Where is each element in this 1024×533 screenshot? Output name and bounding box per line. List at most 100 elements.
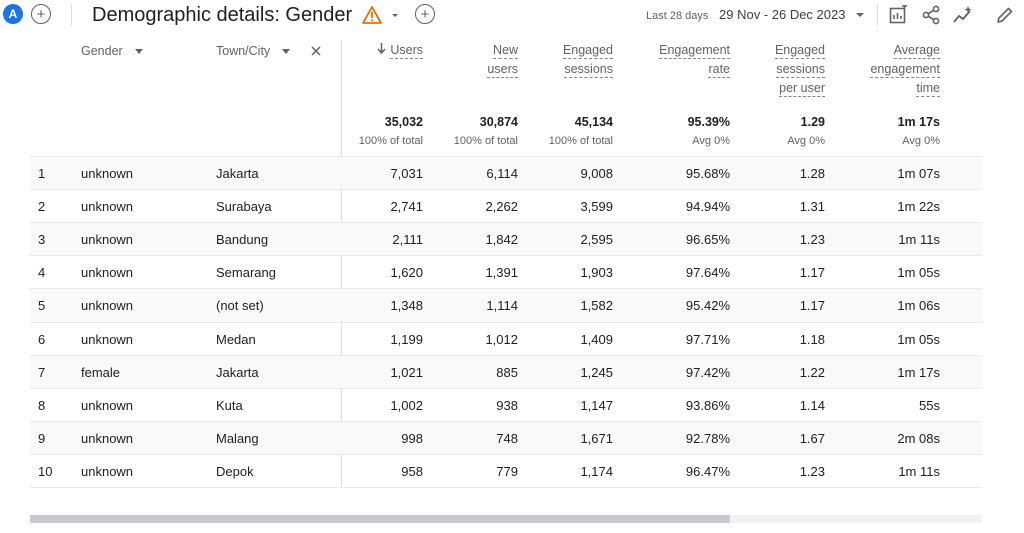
cell-users: 1,620: [390, 265, 423, 280]
cell-engaged-sessions-per-user: 1.17: [799, 265, 825, 280]
cell-new-users: 6,114: [486, 166, 518, 181]
pencil-icon[interactable]: [995, 5, 1015, 25]
cell-town-city: Bandung: [216, 232, 269, 247]
cell-users: 958: [401, 464, 423, 479]
chevron-down-icon: [282, 49, 291, 55]
table-row[interactable]: 3 unknown Bandung 2,111 1,842 2,595 96.65% 1.23…: [30, 222, 982, 255]
metric-header-engaged-sessions-per-user[interactable]: Engaged sessions per user: [745, 42, 825, 97]
table-row[interactable]: 8 unknown Kuta 1,002 938 1,147 93.86% 1.14 55s: [30, 388, 982, 421]
table-header: Gender Town/City Users New users Engaged…: [30, 40, 982, 156]
metric-header-label: New: [492, 43, 518, 59]
cell-engaged-sessions-per-user: 1.23: [799, 232, 825, 247]
metric-header-average-engagement-time[interactable]: Average engagement time: [840, 42, 940, 97]
cell-gender: female: [81, 365, 121, 380]
cell-town-city: Semarang: [216, 265, 276, 280]
cell-average-engagement-time: 1m 11s: [898, 232, 940, 247]
total-engaged-sessions: 45,134: [574, 115, 613, 129]
cell-town-city: Depok: [216, 464, 254, 479]
metric-header-engaged-sessions[interactable]: Engaged sessions: [533, 42, 613, 78]
table-row[interactable]: 4 unknown Semarang 1,620 1,391 1,903 97.64% 1.1…: [30, 255, 982, 288]
metric-header-label: sessions: [776, 62, 825, 78]
add-comparison-button[interactable]: +: [31, 4, 51, 24]
date-dropdown-chevron-icon[interactable]: [855, 11, 865, 19]
cell-engagement-rate: 97.71%: [685, 332, 730, 347]
row-index: 2: [38, 199, 46, 214]
cell-new-users: 779: [496, 464, 518, 479]
total-users: 35,032: [384, 115, 423, 129]
table-row[interactable]: 1 unknown Jakarta 7,031 6,114 9,008 95.68% 1.28…: [30, 156, 982, 189]
cell-gender: unknown: [81, 232, 134, 247]
row-index: 3: [38, 232, 46, 247]
row-index: 9: [38, 431, 46, 446]
metric-header-new-users[interactable]: New users: [438, 42, 518, 78]
cell-engagement-rate: 96.65%: [685, 232, 730, 247]
cell-engaged-sessions-per-user: 1.31: [799, 199, 825, 214]
row-index: 4: [38, 265, 46, 280]
cell-town-city: Jakarta: [216, 166, 259, 181]
metric-header-users[interactable]: Users: [343, 42, 423, 59]
title-dropdown-chevron-icon[interactable]: [388, 8, 402, 22]
total-engaged-sessions-sub: 100% of total: [548, 135, 613, 147]
cell-users: 7,031: [390, 166, 423, 181]
total-new-users-sub: 100% of total: [453, 135, 518, 147]
table-bottom-border: [30, 487, 982, 488]
chevron-down-icon: [134, 49, 143, 55]
insights-sparkle-icon[interactable]: [953, 5, 973, 25]
warning-triangle-icon[interactable]: [362, 6, 382, 24]
dimension-header-gender[interactable]: Gender: [81, 44, 143, 58]
cell-new-users: 748: [496, 431, 518, 446]
share-icon[interactable]: [921, 5, 941, 25]
cell-engaged-sessions: 2,595: [580, 232, 613, 247]
cell-town-city: Jakarta: [216, 365, 259, 380]
row-index: 5: [38, 298, 46, 313]
total-average-engagement-time: 1m 17s: [897, 115, 940, 129]
total-users-sub: 100% of total: [358, 135, 423, 147]
dimension-header-label: Gender: [81, 44, 123, 58]
plus-icon: +: [36, 5, 46, 23]
header-divider: [71, 4, 72, 26]
table-row[interactable]: 7 female Jakarta 1,021 885 1,245 97.42% 1.22 1m …: [30, 355, 982, 388]
cell-gender: unknown: [81, 332, 134, 347]
cell-users: 1,021: [390, 365, 423, 380]
metric-header-engagement-rate[interactable]: Engagement rate: [630, 42, 730, 78]
report-header: A + Demographic details: Gender + Last 2…: [0, 0, 1024, 32]
date-range-picker[interactable]: 29 Nov - 26 Dec 2023: [719, 7, 845, 22]
table-row[interactable]: 2 unknown Surabaya 2,741 2,262 3,599 94.94% 1.3…: [30, 189, 982, 222]
cell-gender: unknown: [81, 166, 134, 181]
cell-new-users: 2,262: [485, 199, 518, 214]
row-index: 10: [38, 464, 53, 479]
cell-engaged-sessions: 1,582: [580, 298, 613, 313]
cell-engagement-rate: 97.64%: [685, 265, 730, 280]
metric-header-label: users: [487, 62, 518, 78]
customize-report-icon[interactable]: [888, 5, 908, 25]
total-engagement-rate-sub: Avg 0%: [692, 135, 730, 147]
table-row[interactable]: 6 unknown Medan 1,199 1,012 1,409 97.71% 1.18 1m…: [30, 322, 982, 355]
cell-engagement-rate: 97.42%: [685, 365, 730, 380]
cell-engaged-sessions: 1,147: [580, 398, 613, 413]
date-preset-label[interactable]: Last 28 days: [646, 10, 708, 22]
cell-new-users: 1,114: [486, 298, 518, 313]
cell-new-users: 938: [496, 398, 518, 413]
account-avatar[interactable]: A: [3, 4, 23, 24]
total-engaged-sessions-per-user-sub: Avg 0%: [787, 135, 825, 147]
cell-average-engagement-time: 1m 05s: [897, 332, 940, 347]
cell-users: 1,348: [390, 298, 423, 313]
cell-gender: unknown: [81, 431, 134, 446]
table-row[interactable]: 10 unknown Depok 958 779 1,174 96.47% 1.23 1m 11…: [30, 454, 982, 487]
plus-icon: +: [420, 5, 430, 23]
toolbar-divider: [877, 4, 878, 26]
dimension-header-town-city[interactable]: Town/City: [216, 44, 291, 58]
cell-engagement-rate: 94.94%: [685, 199, 730, 214]
table-row[interactable]: 5 unknown (not set) 1,348 1,114 1,582 95.42% 1.…: [30, 288, 982, 321]
avatar-letter: A: [8, 7, 18, 21]
remove-dimension-close-icon[interactable]: [311, 46, 321, 56]
cell-gender: unknown: [81, 464, 134, 479]
metric-header-label: Engaged: [774, 43, 825, 59]
cell-new-users: 1,391: [485, 265, 518, 280]
add-filter-button[interactable]: +: [415, 4, 435, 24]
cell-gender: unknown: [81, 298, 134, 313]
cell-engagement-rate: 96.47%: [685, 464, 730, 479]
horizontal-scrollbar-thumb[interactable]: [30, 515, 730, 523]
row-index: 8: [38, 398, 46, 413]
table-row[interactable]: 9 unknown Malang 998 748 1,671 92.78% 1.67 2m 08…: [30, 421, 982, 454]
